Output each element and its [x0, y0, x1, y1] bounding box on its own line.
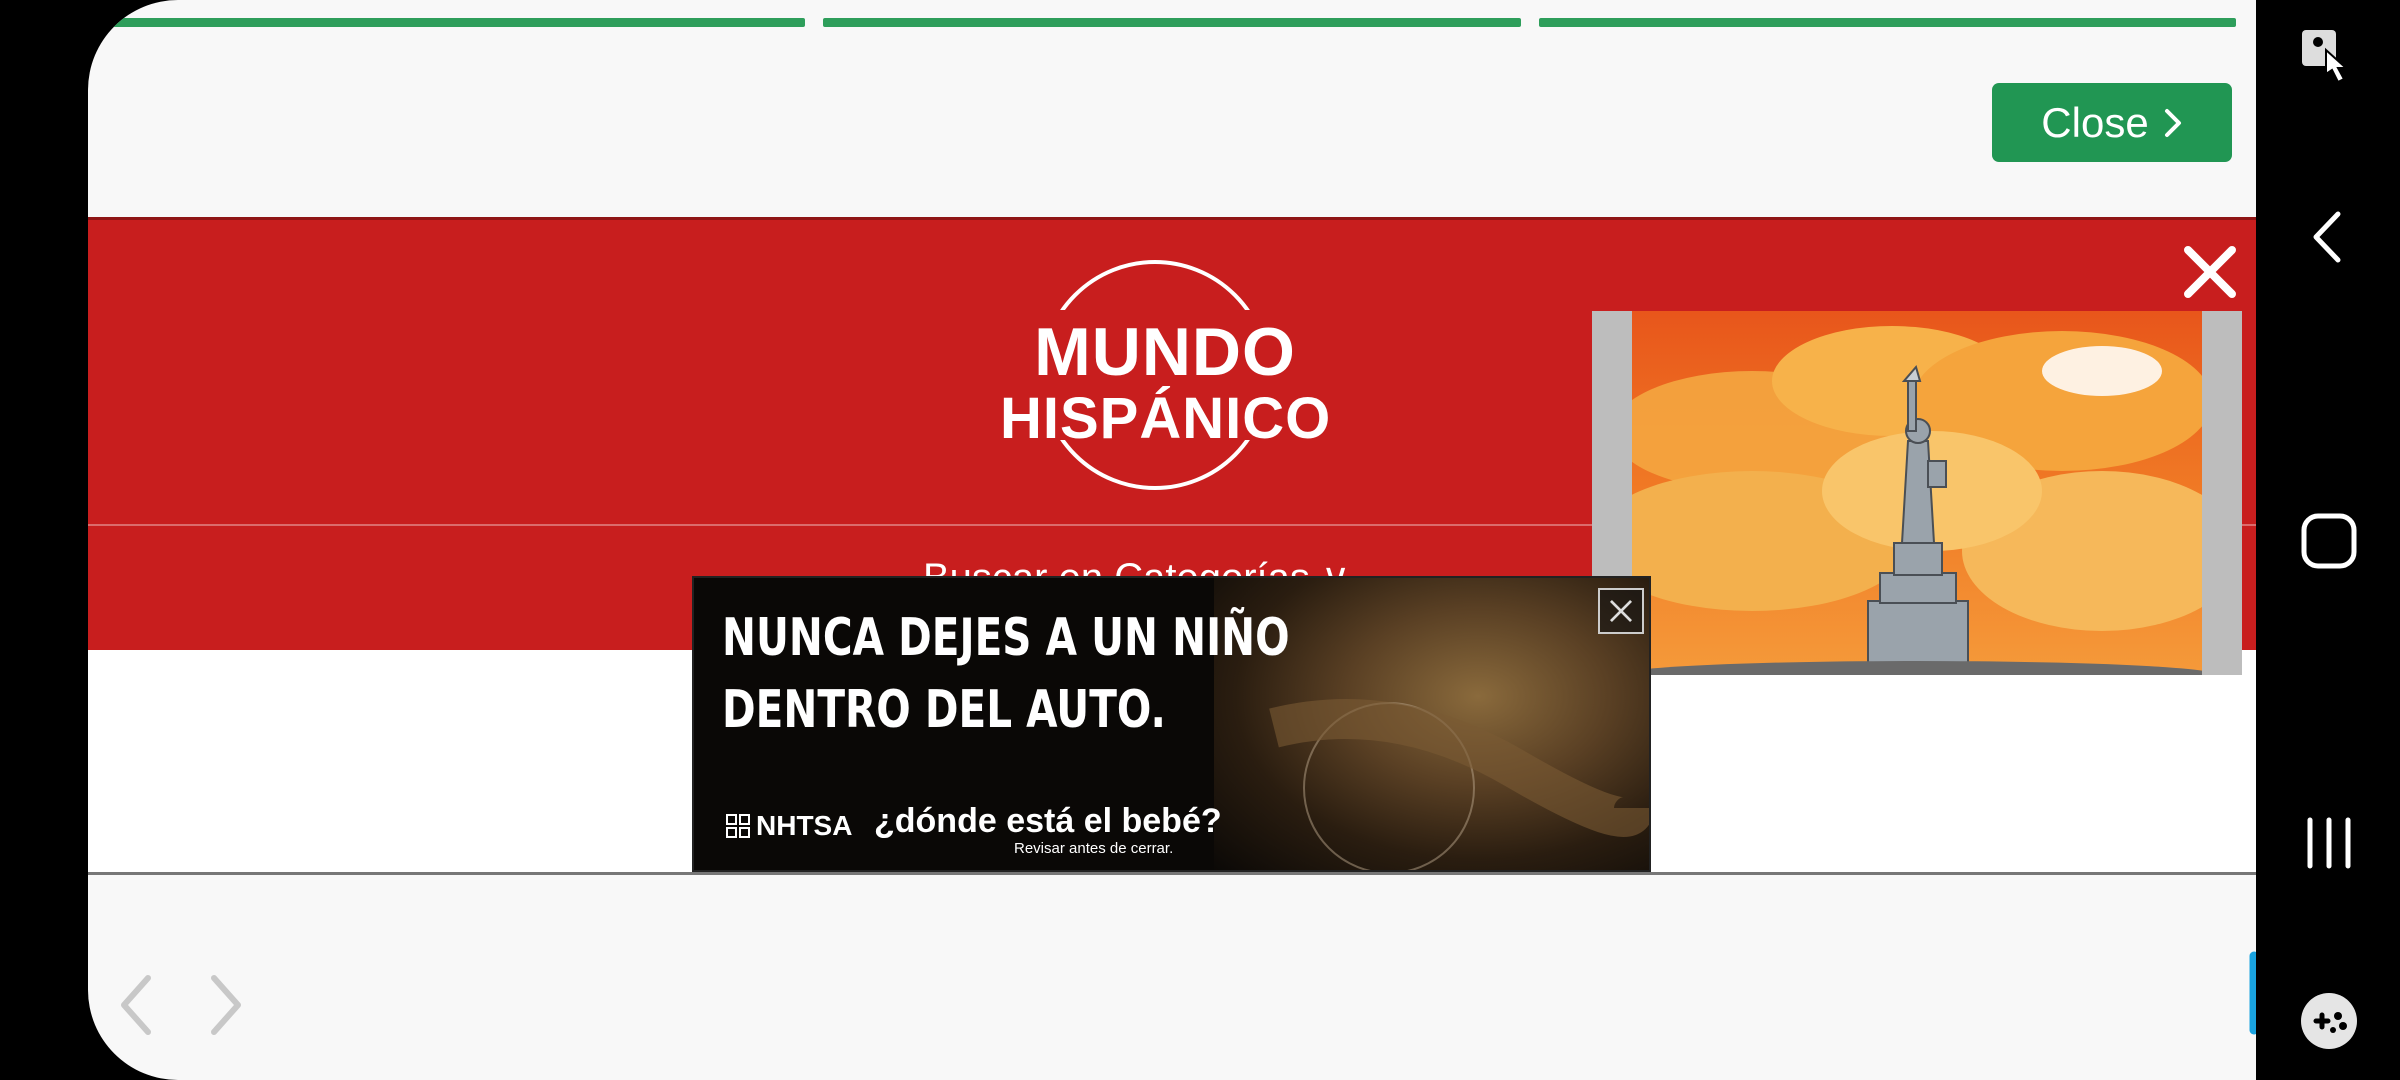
home-icon[interactable]: [2298, 510, 2360, 572]
divider: [88, 872, 2256, 875]
banner-ad-close-icon[interactable]: [1598, 588, 1644, 634]
back-arrow-icon[interactable]: [112, 970, 160, 1040]
logo-line-2: HISPÁNICO: [1000, 386, 1332, 451]
recents-icon[interactable]: [2298, 812, 2360, 874]
video-ad[interactable]: [1592, 311, 2242, 675]
banner-headline: NUNCA DEJES A UN NIÑO DENTRO DEL AUTO.: [722, 608, 1290, 740]
back-icon[interactable]: [2298, 206, 2360, 268]
statue-of-liberty-image: [1632, 311, 2202, 675]
logo-line-1: MUNDO: [1034, 314, 1296, 390]
mundo-hispanico-logo[interactable]: MUNDO HISPÁNICO: [1000, 260, 1330, 490]
play-i-logo-icon[interactable]: [2246, 950, 2256, 1036]
progress-bar-3: [1538, 18, 2236, 27]
story-viewer: Close MUNDO HISPÁNICO Buscar en Categorí…: [88, 0, 2256, 1080]
nhtsa-logo: NHTSA: [726, 810, 852, 842]
chevron-right-icon: [2164, 108, 2181, 137]
banner-subtagline: Revisar antes de cerrar.: [1014, 840, 1174, 857]
video-ad-close-icon[interactable]: [2178, 240, 2242, 304]
close-button-label: Close: [2041, 98, 2149, 146]
progress-bar-1: [108, 18, 806, 27]
system-nav-bar: [2256, 0, 2400, 1080]
progress-bar-2: [823, 18, 1521, 27]
accessibility-touch-icon[interactable]: [2298, 24, 2360, 86]
close-button[interactable]: Close: [1992, 83, 2232, 162]
banner-tagline: ¿dónde está el bebé?: [874, 802, 1222, 840]
game-controller-icon[interactable]: [2298, 990, 2360, 1052]
forward-arrow-icon[interactable]: [202, 970, 250, 1040]
banner-ad[interactable]: NUNCA DEJES A UN NIÑO DENTRO DEL AUTO. N…: [692, 576, 1651, 872]
story-progress: [108, 18, 2236, 27]
